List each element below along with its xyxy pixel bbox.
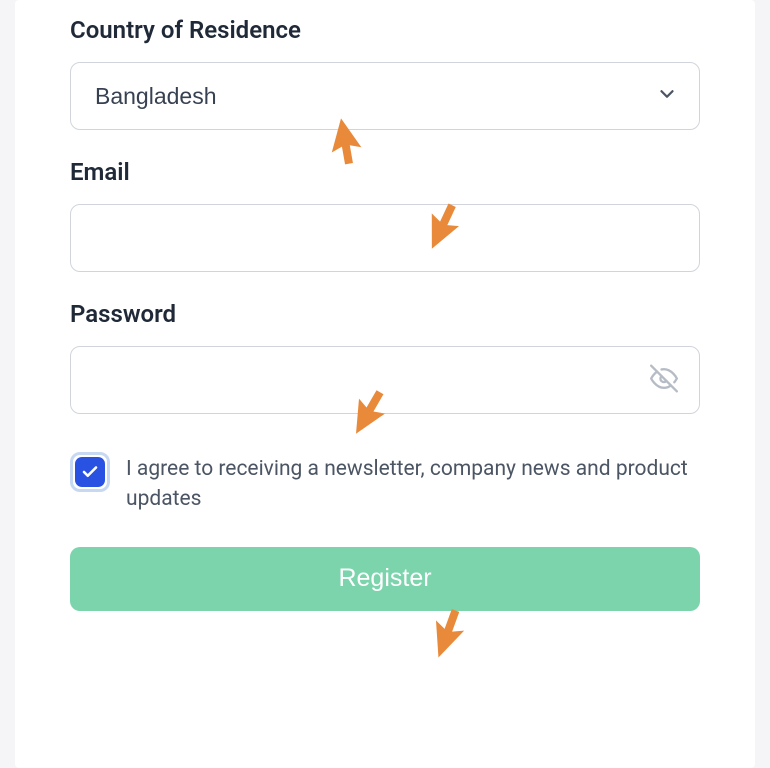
toggle-password-visibility[interactable] xyxy=(646,361,682,400)
country-selected-value: Bangladesh xyxy=(95,83,217,110)
newsletter-label: I agree to receiving a newsletter, compa… xyxy=(126,452,700,515)
password-group: Password xyxy=(70,300,700,414)
checkbox-checked-state xyxy=(75,457,105,487)
newsletter-row: I agree to receiving a newsletter, compa… xyxy=(70,452,700,515)
email-label: Email xyxy=(70,158,700,186)
newsletter-checkbox[interactable] xyxy=(70,452,110,492)
country-select[interactable]: Bangladesh xyxy=(70,62,700,130)
country-label: Country of Residence xyxy=(70,16,700,44)
password-label: Password xyxy=(70,300,700,328)
registration-form: Country of Residence Bangladesh Email Pa… xyxy=(15,0,755,768)
register-button[interactable]: Register xyxy=(70,547,700,611)
check-icon xyxy=(81,463,99,481)
password-field[interactable] xyxy=(70,346,700,414)
email-field[interactable] xyxy=(70,204,700,272)
register-button-label: Register xyxy=(338,564,431,592)
country-group: Country of Residence Bangladesh xyxy=(70,16,700,130)
eye-off-icon xyxy=(650,381,678,396)
email-group: Email xyxy=(70,158,700,272)
